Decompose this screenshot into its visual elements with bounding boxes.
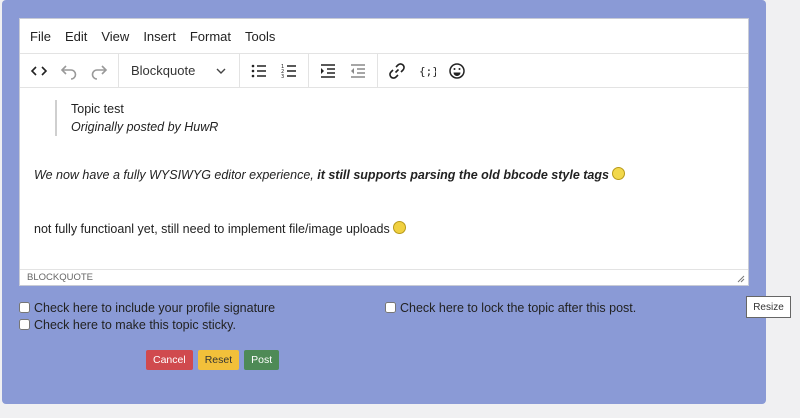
menu-view[interactable]: View (101, 29, 136, 44)
resize-tooltip: Resize (746, 296, 791, 318)
paragraph-status: not fully functioanl yet, still need to … (34, 221, 406, 236)
paragraph-wysiwyg: We now have a fully WYSIWYG editor exper… (34, 167, 625, 182)
svg-text:3: 3 (281, 74, 284, 80)
paragraph-bold-text: it still supports parsing the old bbcode… (317, 168, 609, 182)
post-button[interactable]: Post (244, 350, 280, 370)
menu-format[interactable]: Format (190, 29, 238, 44)
quote-attribution: Originally posted by HuwR (71, 120, 219, 134)
numbered-list-icon[interactable]: 123 (274, 57, 304, 85)
block-format-select[interactable]: Blockquote (123, 57, 235, 85)
sticky-label: Check here to make this topic sticky. (34, 317, 236, 332)
sticky-option[interactable]: Check here to make this topic sticky. (19, 316, 275, 333)
menu-insert[interactable]: Insert (143, 29, 183, 44)
svg-text:{;}: {;} (419, 65, 436, 78)
toolbar-group-history (20, 54, 119, 87)
block-format-value: Blockquote (131, 63, 196, 78)
menu-edit[interactable]: Edit (65, 29, 94, 44)
form-buttons: Cancel Reset Post (146, 350, 280, 370)
toolbar-group-indent (309, 54, 378, 87)
resize-handle-icon[interactable] (737, 275, 745, 283)
element-path[interactable]: BLOCKQUOTE (27, 272, 93, 283)
toolbar-group-lists: 123 (240, 54, 309, 87)
link-icon[interactable] (382, 57, 412, 85)
lock-option[interactable]: Check here to lock the topic after this … (385, 299, 636, 316)
rich-text-editor: File Edit View Insert Format Tools Block… (19, 18, 749, 286)
post-options: Check here to include your profile signa… (19, 299, 275, 333)
editor-statusbar: BLOCKQUOTE (20, 269, 748, 285)
toolbar-group-insert: {;} (378, 54, 476, 87)
smiley-emoji-icon (611, 167, 625, 180)
quote-title: Topic test (71, 102, 124, 116)
toolbar-group-format: Blockquote (119, 54, 240, 87)
sticky-checkbox[interactable] (19, 319, 30, 330)
chevron-down-icon (216, 68, 226, 74)
indent-icon[interactable] (313, 57, 343, 85)
blockquote: Topic test Originally posted by HuwR (55, 100, 218, 136)
undo-icon[interactable] (54, 57, 84, 85)
code-view-icon[interactable] (24, 57, 54, 85)
paragraph-text: We now have a fully WYSIWYG editor exper… (34, 168, 318, 182)
emoji-icon[interactable] (442, 57, 472, 85)
outdent-icon[interactable] (343, 57, 373, 85)
bullet-list-icon[interactable] (244, 57, 274, 85)
signature-checkbox[interactable] (19, 302, 30, 313)
reset-button[interactable]: Reset (197, 350, 240, 370)
code-block-icon[interactable]: {;} (412, 57, 442, 85)
signature-label: Check here to include your profile signa… (34, 300, 276, 315)
grimace-emoji-icon (392, 221, 406, 234)
redo-icon[interactable] (84, 57, 114, 85)
menu-file[interactable]: File (30, 29, 58, 44)
lock-label: Check here to lock the topic after this … (400, 300, 637, 315)
menu-tools[interactable]: Tools (245, 29, 282, 44)
editor-toolbar: Blockquote 123 {;} (20, 53, 748, 88)
signature-option[interactable]: Check here to include your profile signa… (19, 299, 275, 316)
editor-menubar: File Edit View Insert Format Tools (20, 19, 748, 53)
cancel-button[interactable]: Cancel (146, 350, 193, 370)
lock-checkbox[interactable] (385, 302, 396, 313)
editor-content[interactable]: Topic test Originally posted by HuwR We … (20, 88, 748, 272)
paragraph-text-2: not fully functioanl yet, still need to … (34, 222, 390, 236)
